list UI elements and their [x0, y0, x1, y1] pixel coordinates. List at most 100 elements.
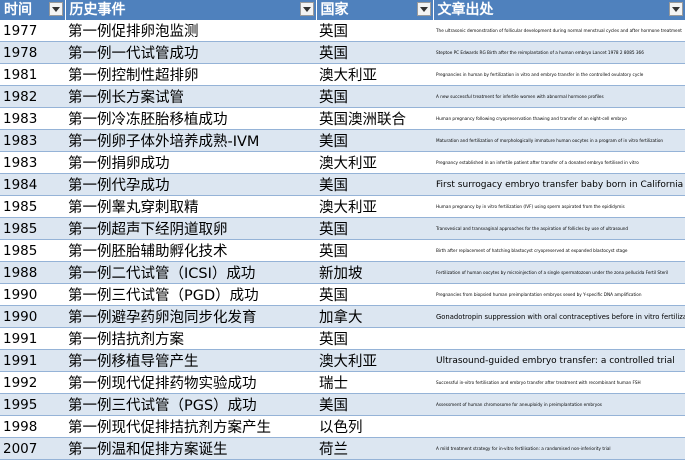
cell-country[interactable]: 英国: [316, 239, 433, 262]
cell-source[interactable]: Successful in-vitro fertilisation and em…: [433, 371, 685, 394]
cell-year[interactable]: 1977: [0, 20, 65, 42]
table-row[interactable]: 1978 第一例一代试管成功 英国 Steptoe PC Edwards RG Bir…: [0, 41, 685, 64]
cell-country[interactable]: 澳大利亚: [316, 63, 433, 86]
table-row[interactable]: 1988 第一例二代试管（ICSI）成功 新加坡 Fertilization of h…: [0, 261, 685, 284]
table-row[interactable]: 1977 第一例促排卵泡监测 英国 The ultrasonic demonstrat…: [0, 20, 685, 42]
cell-event[interactable]: 第一例促排卵泡监测: [65, 20, 316, 42]
cell-source[interactable]: Human pregnancy following cryopreservati…: [433, 107, 685, 130]
cell-country[interactable]: 英国: [316, 217, 433, 240]
cell-source[interactable]: Maturation and fertilization of morpholo…: [433, 129, 685, 152]
cell-event[interactable]: 第一例一代试管成功: [65, 41, 316, 64]
cell-year[interactable]: 1985: [0, 239, 65, 262]
cell-event[interactable]: 第一例温和促排方案诞生: [65, 437, 316, 460]
cell-source[interactable]: Fertilization of human oocytes by microi…: [433, 261, 685, 284]
cell-source[interactable]: Pregnancy established in an infertile pa…: [433, 151, 685, 174]
cell-country[interactable]: 美国: [316, 173, 433, 196]
column-header-country[interactable]: 国家: [316, 0, 434, 20]
cell-year[interactable]: 1991: [0, 327, 65, 350]
cell-source[interactable]: Ultrasound-guided embryo transfer: a con…: [433, 349, 685, 372]
cell-year[interactable]: 1983: [0, 151, 65, 174]
cell-country[interactable]: 荷兰: [316, 437, 433, 460]
table-row[interactable]: 1983 第一例捐卵成功 澳大利亚 Pregnancy established in …: [0, 151, 685, 174]
cell-source[interactable]: Human pregnancy by in vitro fertilizatio…: [433, 195, 685, 218]
cell-event[interactable]: 第一例卵子体外培养成熟-IVM: [65, 129, 316, 152]
cell-year[interactable]: 1983: [0, 107, 65, 130]
table-row[interactable]: 1990 第一例避孕药卵泡同步化发育 加拿大 Gonadotropin suppres…: [0, 305, 685, 328]
table-row[interactable]: 1992 第一例现代促排药物实验成功 瑞士 Successful in-vitro f…: [0, 371, 685, 394]
cell-source[interactable]: Gonadotropin suppression with oral contr…: [433, 305, 685, 328]
table-row[interactable]: 1982 第一例长方案试管 英国 A new successful treatment…: [0, 85, 685, 108]
cell-country[interactable]: 英国澳洲联合: [316, 107, 433, 130]
cell-year[interactable]: 1985: [0, 195, 65, 218]
table-row[interactable]: 1981 第一例控制性超排卵 澳大利亚 Pregnancies in human by…: [0, 63, 685, 86]
cell-year[interactable]: 1990: [0, 283, 65, 306]
column-header-event[interactable]: 历史事件: [65, 0, 317, 20]
filter-dropdown-icon[interactable]: [48, 2, 63, 16]
cell-source[interactable]: A new successful treatment for infertile…: [433, 85, 685, 108]
cell-event[interactable]: 第一例睾丸穿刺取精: [65, 195, 316, 218]
cell-country[interactable]: 以色列: [316, 415, 433, 438]
cell-source[interactable]: Steptoe PC Edwards RG Birth after the re…: [433, 41, 685, 64]
table-row[interactable]: 1991 第一例移植导管产生 澳大利亚 Ultrasound-guided embry…: [0, 349, 685, 372]
cell-year[interactable]: 1990: [0, 305, 65, 328]
cell-country[interactable]: 英国: [316, 20, 433, 42]
cell-event[interactable]: 第一例三代试管（PGS）成功: [65, 393, 316, 416]
cell-country[interactable]: 澳大利亚: [316, 195, 433, 218]
column-header-year[interactable]: 时间: [0, 0, 66, 20]
cell-year[interactable]: 1985: [0, 217, 65, 240]
table-row[interactable]: 2007 第一例温和促排方案诞生 荷兰 A mild treatment strate…: [0, 437, 685, 460]
cell-source[interactable]: First surrogacy embryo transfer baby bor…: [433, 173, 685, 196]
table-row[interactable]: 1985 第一例胚胎辅助孵化技术 英国 Birth after replacement…: [0, 239, 685, 262]
table-row[interactable]: 1983 第一例卵子体外培养成熟-IVM 美国 Maturation and fert…: [0, 129, 685, 152]
table-row[interactable]: 1990 第一例三代试管（PGD）成功 英国 Pregnancies from bio…: [0, 283, 685, 306]
cell-year[interactable]: 1984: [0, 173, 65, 196]
cell-country[interactable]: 澳大利亚: [316, 151, 433, 174]
cell-year[interactable]: 1992: [0, 371, 65, 394]
cell-event[interactable]: 第一例代孕成功: [65, 173, 316, 196]
cell-year[interactable]: 1988: [0, 261, 65, 284]
cell-country[interactable]: 澳大利亚: [316, 349, 433, 372]
cell-source[interactable]: The ultrasonic demonstration of follicul…: [433, 20, 685, 42]
cell-country[interactable]: 英国: [316, 327, 433, 350]
cell-source[interactable]: Assessment of human chromosome for aneup…: [433, 393, 685, 416]
cell-source[interactable]: [433, 415, 685, 438]
table-row[interactable]: 1998 第一例现代促排拮抗剂方案产生 以色列: [0, 415, 685, 438]
cell-event[interactable]: 第一例移植导管产生: [65, 349, 316, 372]
cell-year[interactable]: 2007: [0, 437, 65, 460]
cell-event[interactable]: 第一例现代促排药物实验成功: [65, 371, 316, 394]
cell-country[interactable]: 英国: [316, 85, 433, 108]
column-header-source[interactable]: 文章出处: [433, 0, 686, 20]
cell-year[interactable]: 1982: [0, 85, 65, 108]
table-row[interactable]: 1995 第一例三代试管（PGS）成功 美国 Assessment of human …: [0, 393, 685, 416]
cell-country[interactable]: 美国: [316, 129, 433, 152]
cell-event[interactable]: 第一例长方案试管: [65, 85, 316, 108]
cell-year[interactable]: 1978: [0, 41, 65, 64]
cell-country[interactable]: 新加坡: [316, 261, 433, 284]
filter-dropdown-icon[interactable]: [668, 2, 683, 16]
cell-event[interactable]: 第一例控制性超排卵: [65, 63, 316, 86]
cell-event[interactable]: 第一例冷冻胚胎移植成功: [65, 107, 316, 130]
cell-source[interactable]: Transvesical and transvaginal approaches…: [433, 217, 685, 240]
cell-event[interactable]: 第一例拮抗剂方案: [65, 327, 316, 350]
filter-dropdown-icon[interactable]: [416, 2, 431, 16]
cell-event[interactable]: 第一例捐卵成功: [65, 151, 316, 174]
table-row[interactable]: 1985 第一例睾丸穿刺取精 澳大利亚 Human pregnancy by in v…: [0, 195, 685, 218]
cell-year[interactable]: 1991: [0, 349, 65, 372]
cell-country[interactable]: 美国: [316, 393, 433, 416]
cell-year[interactable]: 1995: [0, 393, 65, 416]
cell-country[interactable]: 瑞士: [316, 371, 433, 394]
cell-country[interactable]: 加拿大: [316, 305, 433, 328]
cell-year[interactable]: 1998: [0, 415, 65, 438]
cell-source[interactable]: Birth after replacement of hatching blas…: [433, 239, 685, 262]
cell-year[interactable]: 1981: [0, 63, 65, 86]
cell-event[interactable]: 第一例胚胎辅助孵化技术: [65, 239, 316, 262]
table-row[interactable]: 1985 第一例超声下经阴道取卵 英国 Transvesical and transv…: [0, 217, 685, 240]
table-row[interactable]: 1983 第一例冷冻胚胎移植成功 英国澳洲联合 Human pregnancy fol…: [0, 107, 685, 130]
cell-event[interactable]: 第一例避孕药卵泡同步化发育: [65, 305, 316, 328]
cell-country[interactable]: 英国: [316, 41, 433, 64]
table-row[interactable]: 1991 第一例拮抗剂方案 英国: [0, 327, 685, 350]
cell-event[interactable]: 第一例超声下经阴道取卵: [65, 217, 316, 240]
cell-source[interactable]: [433, 327, 685, 350]
cell-event[interactable]: 第一例现代促排拮抗剂方案产生: [65, 415, 316, 438]
cell-event[interactable]: 第一例三代试管（PGD）成功: [65, 283, 316, 306]
